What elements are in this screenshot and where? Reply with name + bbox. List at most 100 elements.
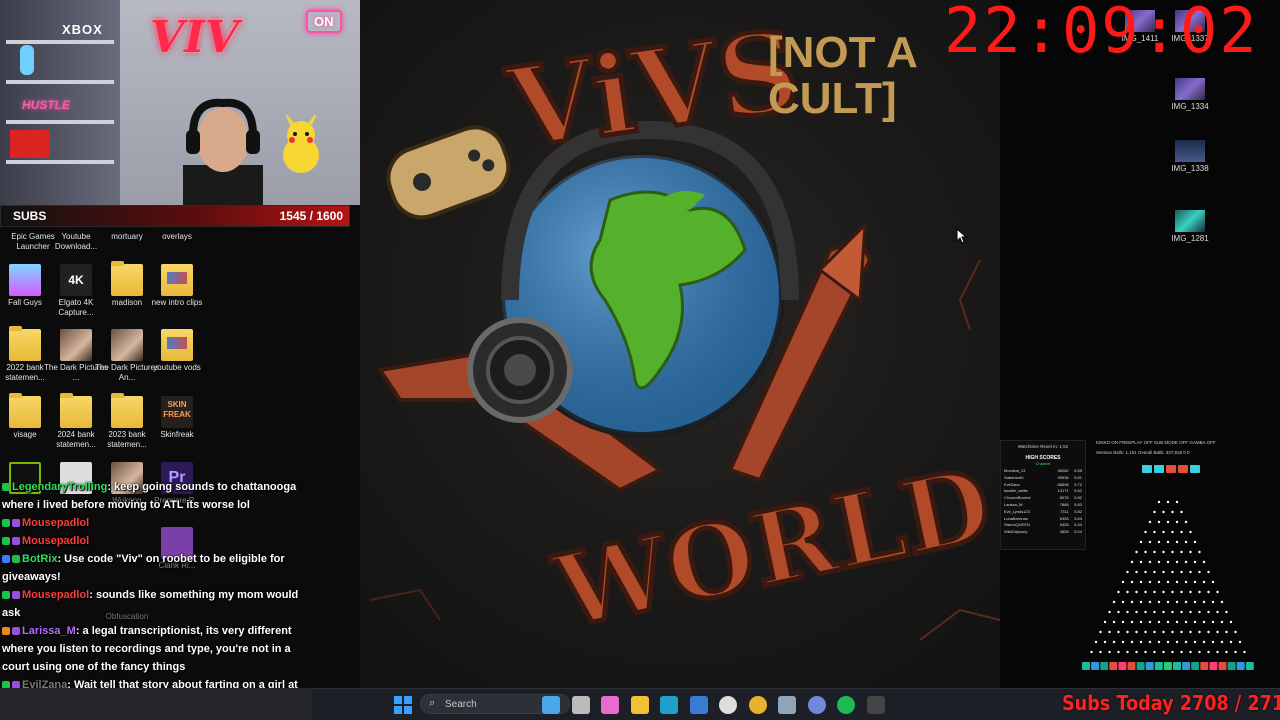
chrome-icon[interactable] [748, 696, 767, 714]
edge-icon[interactable] [660, 696, 678, 714]
plinko-peg [1157, 620, 1161, 624]
score-row: Larissa_M 7868 5.83 [1004, 502, 1082, 509]
plinko-peg [1202, 620, 1206, 624]
widgets-icon[interactable] [542, 696, 560, 714]
plinko-peg [1189, 530, 1192, 534]
score-cell: LunaBrennan [1004, 515, 1029, 521]
plinko-peg [1189, 550, 1192, 554]
plinko-peg [1198, 570, 1201, 574]
plinko-peg [1162, 510, 1165, 514]
desktop-icon-img-1334[interactable]: IMG_1334 [1160, 78, 1220, 111]
spotify-icon[interactable] [837, 696, 855, 714]
plinko-drop-slot [1154, 465, 1164, 473]
plinko-peg [1193, 540, 1197, 544]
desktop-icon-label: new intro clips [151, 298, 203, 307]
plinko-peg [1211, 600, 1215, 604]
mod-badge-icon [12, 591, 20, 599]
plinko-peg [1144, 530, 1147, 534]
plinko-peg [1207, 590, 1210, 594]
score-cell: 5428 [1059, 522, 1069, 528]
plinko-header: Watchtime Reset In: 1:52 [1017, 444, 1069, 449]
bot-badge-icon [2, 555, 10, 563]
plinko-peg [1175, 560, 1179, 564]
plinko-peg [1207, 650, 1210, 654]
plinko-peg [1153, 530, 1156, 534]
plinko-peg [1094, 640, 1098, 644]
plinko-peg [1225, 630, 1228, 634]
terminal-icon[interactable] [866, 696, 885, 714]
start-button[interactable] [394, 696, 412, 714]
plinko-peg [1171, 590, 1174, 594]
plinko-peg [1198, 650, 1201, 654]
score-row: Evil_Lynds123 7311 5.82 [1004, 509, 1082, 516]
plinko-peg [1157, 560, 1161, 564]
score-cell: 7868 [1059, 501, 1069, 507]
plinko-peg [1216, 630, 1219, 634]
plinko-peg [1157, 580, 1161, 584]
desktop-icon-img-1281[interactable]: IMG_1281 [1160, 210, 1220, 243]
desktop-icon-img-1338[interactable]: IMG_1338 [1160, 140, 1220, 173]
plinko-peg [1126, 630, 1129, 634]
chat-username: Larissa_M [22, 625, 76, 637]
skinfreak-icon: SKIN FREAK [161, 396, 193, 428]
plinko-peg [1207, 570, 1210, 574]
discord-icon[interactable] [807, 696, 826, 714]
plinko-peg [1153, 510, 1156, 514]
plinko-peg [1171, 610, 1174, 614]
plinko-peg [1121, 580, 1125, 584]
plinko-peg [1121, 600, 1125, 604]
plinko-peg [1207, 630, 1210, 634]
plinko-peg [1153, 650, 1156, 654]
plinko-peg [1153, 550, 1156, 554]
plinko-bucket [1082, 662, 1090, 670]
plinko-bucket [1227, 662, 1236, 670]
search-icon: ⌕ [429, 697, 436, 709]
plinko-peg [1220, 600, 1224, 604]
folder-icon [111, 261, 143, 296]
chat-username: Mousepadlol [22, 535, 90, 547]
plinko-peg [1216, 610, 1219, 614]
desktop-icon-youtube-vods[interactable]: youtube vods [144, 329, 210, 373]
vip-badge-icon [2, 627, 10, 635]
desktop-icon-skinfreak[interactable]: SKIN FREAK Skinfreak [144, 396, 210, 440]
score-cell: EvilZana [1004, 481, 1020, 487]
desktop-icon-new-intro-clips[interactable]: new intro clips [144, 264, 210, 308]
file-explorer-icon[interactable] [630, 696, 649, 714]
plinko-status-row: KINKO ON FREEPLAY OFF SUB MODE OFF GAMBA… [1096, 440, 1216, 445]
folder-icon [9, 326, 41, 361]
plinko-peg [1180, 550, 1183, 554]
task-view-icon[interactable] [571, 696, 590, 714]
sub-badge-icon [2, 537, 10, 545]
plinko-peg [1162, 550, 1165, 554]
store-icon[interactable] [689, 696, 708, 714]
desktop-icon-overlays[interactable]: overlays [144, 228, 210, 242]
desktop-icon-label: IMG_1334 [1171, 102, 1209, 111]
plinko-peg [1243, 650, 1246, 654]
obs-icon[interactable] [719, 696, 737, 714]
plinko-peg [1175, 620, 1179, 624]
plinko-peg [1126, 570, 1129, 574]
steam-icon[interactable] [778, 696, 796, 714]
plinko-peg [1166, 560, 1170, 564]
streamer-avatar [183, 98, 263, 205]
plinko-peg [1166, 620, 1170, 624]
stream-screen: ViVS WORLD [NOT A CULT] XBOX VIV HUSTLE … [0, 0, 1280, 720]
plinko-peg [1166, 500, 1170, 504]
plinko-peg [1171, 630, 1174, 634]
search-placeholder: Search [445, 699, 477, 710]
plinko-bucket [1200, 662, 1209, 670]
plinko-bucket [1218, 662, 1227, 670]
copilot-icon[interactable] [601, 696, 619, 714]
plinko-peg [1157, 500, 1161, 504]
sub-badge-icon [2, 591, 10, 599]
plinko-peg [1198, 630, 1201, 634]
plinko-bucket [1236, 662, 1245, 670]
chat-message: Larissa_M: a legal transcriptionist, its… [0, 622, 312, 676]
score-cell: 6328 [1059, 515, 1069, 521]
plinko-peg [1153, 590, 1156, 594]
plinko-peg [1144, 570, 1147, 574]
dark-pictures-icon [111, 329, 143, 361]
plinko-peg [1225, 610, 1228, 614]
plinko-peg [1220, 640, 1224, 644]
score-row: Sabertooth 95938 5.61 [1004, 475, 1082, 482]
